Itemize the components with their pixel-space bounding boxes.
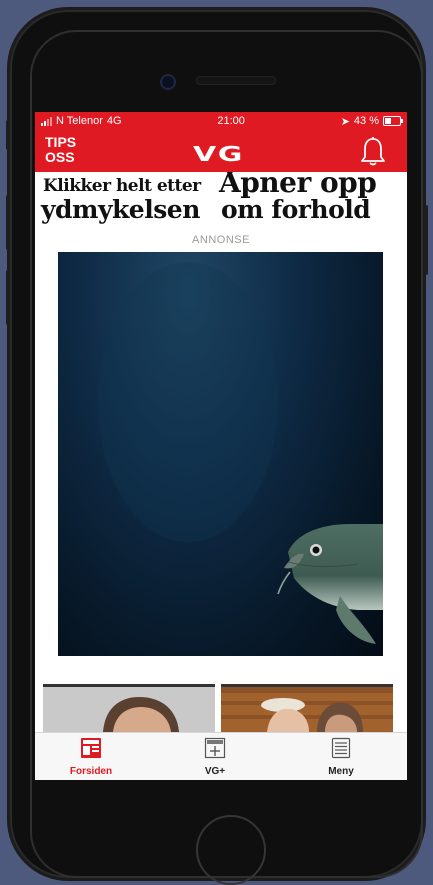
article-thumbnails bbox=[35, 684, 407, 735]
app-screen: N Telenor 4G 21:00 ➤ 43 % TIPS OSS VG Kl… bbox=[35, 112, 407, 780]
carrier-name: N Telenor bbox=[56, 115, 103, 127]
ad-label: ANNONSE bbox=[192, 234, 250, 246]
battery-icon bbox=[383, 116, 403, 126]
top-navbar: TIPS OSS VG bbox=[35, 130, 407, 172]
tips-oss-button[interactable]: TIPS OSS bbox=[45, 135, 85, 165]
menu-icon bbox=[331, 737, 351, 759]
earpiece-speaker bbox=[196, 76, 276, 85]
network-type: 4G bbox=[106, 115, 122, 127]
bell-icon[interactable] bbox=[359, 136, 387, 168]
tab-vgplus-label: VG+ bbox=[204, 766, 226, 777]
volume-up-button bbox=[6, 195, 10, 250]
power-button bbox=[424, 205, 428, 275]
ad-image-underwater-fish[interactable] bbox=[58, 252, 383, 656]
article-thumb-portrait[interactable] bbox=[43, 684, 215, 735]
tab-forsiden[interactable]: Forsiden bbox=[41, 737, 141, 777]
battery-percent: 43 % bbox=[353, 115, 379, 127]
tab-forsiden-label: Forsiden bbox=[69, 766, 113, 777]
bottom-tab-bar: Forsiden VG+ Meny bbox=[35, 732, 407, 780]
status-left: N Telenor 4G bbox=[41, 115, 122, 127]
volume-down-button bbox=[6, 270, 10, 325]
vgplus-icon bbox=[204, 737, 226, 759]
headline-left-line2[interactable]: ydmykelsen bbox=[41, 195, 200, 224]
vg-logo[interactable]: VG bbox=[193, 142, 244, 166]
portrait-photo bbox=[43, 687, 215, 732]
couple-photo bbox=[221, 687, 393, 732]
status-bar: N Telenor 4G 21:00 ➤ 43 % bbox=[35, 112, 407, 130]
headline-left-line1[interactable]: Klikker helt etter bbox=[43, 176, 201, 196]
tab-vgplus[interactable]: VG+ bbox=[165, 737, 265, 777]
signal-icon bbox=[41, 116, 52, 126]
mute-switch bbox=[6, 120, 10, 150]
fish-illustration bbox=[98, 262, 383, 644]
status-time: 21:00 bbox=[217, 115, 245, 127]
article-thumb-couple[interactable] bbox=[221, 684, 393, 735]
headline-strip: Klikker helt etter ydmykelsen Åpner opp … bbox=[35, 172, 407, 234]
location-icon: ➤ bbox=[340, 115, 350, 128]
home-button[interactable] bbox=[196, 815, 266, 885]
headline-right-line2[interactable]: om forhold bbox=[221, 195, 371, 224]
forsiden-icon bbox=[81, 738, 101, 758]
tab-meny-label: Meny bbox=[328, 766, 354, 777]
front-camera bbox=[160, 74, 176, 90]
tab-meny[interactable]: Meny bbox=[291, 737, 391, 777]
status-right: ➤ 43 % bbox=[340, 115, 403, 128]
